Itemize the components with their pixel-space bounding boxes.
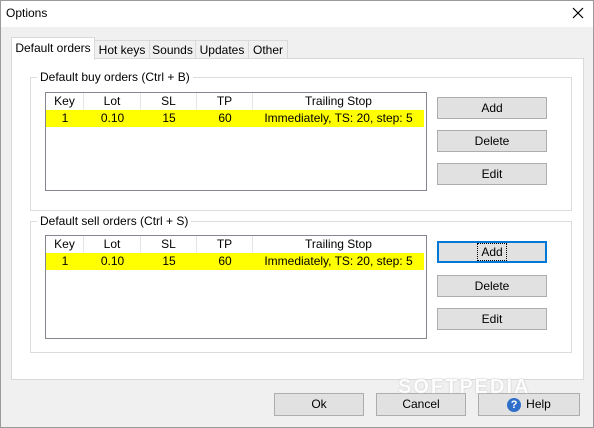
cell-lot: 0.10 — [100, 254, 125, 268]
window-title: Options — [6, 6, 48, 20]
column-header-sl[interactable]: SL — [141, 93, 197, 110]
buy-add-button[interactable]: Add — [437, 97, 547, 119]
ok-button[interactable]: Ok — [274, 393, 364, 416]
cell-trailing-stop: Immediately, TS: 20, step: 5 — [264, 111, 413, 125]
buy-orders-list[interactable]: Key Lot SL TP Trailing Stop 1 0.10 15 60… — [45, 92, 427, 191]
sell-orders-group-label: Default sell orders (Ctrl + S) — [37, 214, 192, 228]
cell-sl: 15 — [162, 111, 176, 125]
help-icon: ? — [507, 397, 522, 412]
sell-orders-list[interactable]: Key Lot SL TP Trailing Stop 1 0.10 15 60… — [45, 235, 427, 339]
help-button-label: Help — [526, 397, 551, 411]
watermark-logo: SOFTPEDIA — [398, 376, 531, 398]
tab-other[interactable]: Other — [248, 40, 288, 59]
tab-hot-keys[interactable]: Hot keys — [94, 40, 150, 59]
buy-delete-button[interactable]: Delete — [437, 130, 547, 152]
table-row[interactable]: 1 0.10 15 60 Immediately, TS: 20, step: … — [46, 110, 424, 127]
column-header-tp[interactable]: TP — [197, 236, 253, 253]
table-row[interactable]: 1 0.10 15 60 Immediately, TS: 20, step: … — [46, 253, 424, 270]
cell-sl: 15 — [162, 254, 176, 268]
cell-lot: 0.10 — [100, 111, 125, 125]
column-header-trailing-stop[interactable]: Trailing Stop — [253, 236, 424, 253]
column-header-trailing-stop[interactable]: Trailing Stop — [253, 93, 424, 110]
column-header-lot[interactable]: Lot — [84, 236, 141, 253]
cell-tp: 60 — [218, 111, 232, 125]
cell-key: 1 — [61, 111, 69, 125]
title-bar — [1, 1, 593, 27]
sell-delete-button[interactable]: Delete — [437, 275, 547, 297]
sell-edit-button[interactable]: Edit — [437, 308, 547, 330]
cell-trailing-stop: Immediately, TS: 20, step: 5 — [264, 254, 413, 268]
cell-tp: 60 — [218, 254, 232, 268]
sell-list-header: Key Lot SL TP Trailing Stop — [46, 236, 424, 253]
close-icon[interactable] — [568, 3, 588, 23]
column-header-tp[interactable]: TP — [197, 93, 253, 110]
tab-sounds[interactable]: Sounds — [149, 40, 196, 59]
buy-edit-button[interactable]: Edit — [437, 163, 547, 185]
column-header-sl[interactable]: SL — [141, 236, 197, 253]
buy-orders-group-label: Default buy orders (Ctrl + B) — [37, 70, 193, 84]
sell-add-button[interactable]: Add — [437, 241, 547, 263]
tab-default-orders[interactable]: Default orders — [11, 37, 95, 60]
sell-add-button-label: Add — [477, 243, 507, 261]
column-header-key[interactable]: Key — [46, 236, 84, 253]
tab-updates[interactable]: Updates — [195, 40, 249, 59]
column-header-lot[interactable]: Lot — [84, 93, 141, 110]
column-header-key[interactable]: Key — [46, 93, 84, 110]
cell-key: 1 — [61, 254, 69, 268]
tab-panel-default-orders: Default buy orders (Ctrl + B) Key Lot SL… — [11, 58, 584, 380]
buy-list-header: Key Lot SL TP Trailing Stop — [46, 93, 424, 110]
